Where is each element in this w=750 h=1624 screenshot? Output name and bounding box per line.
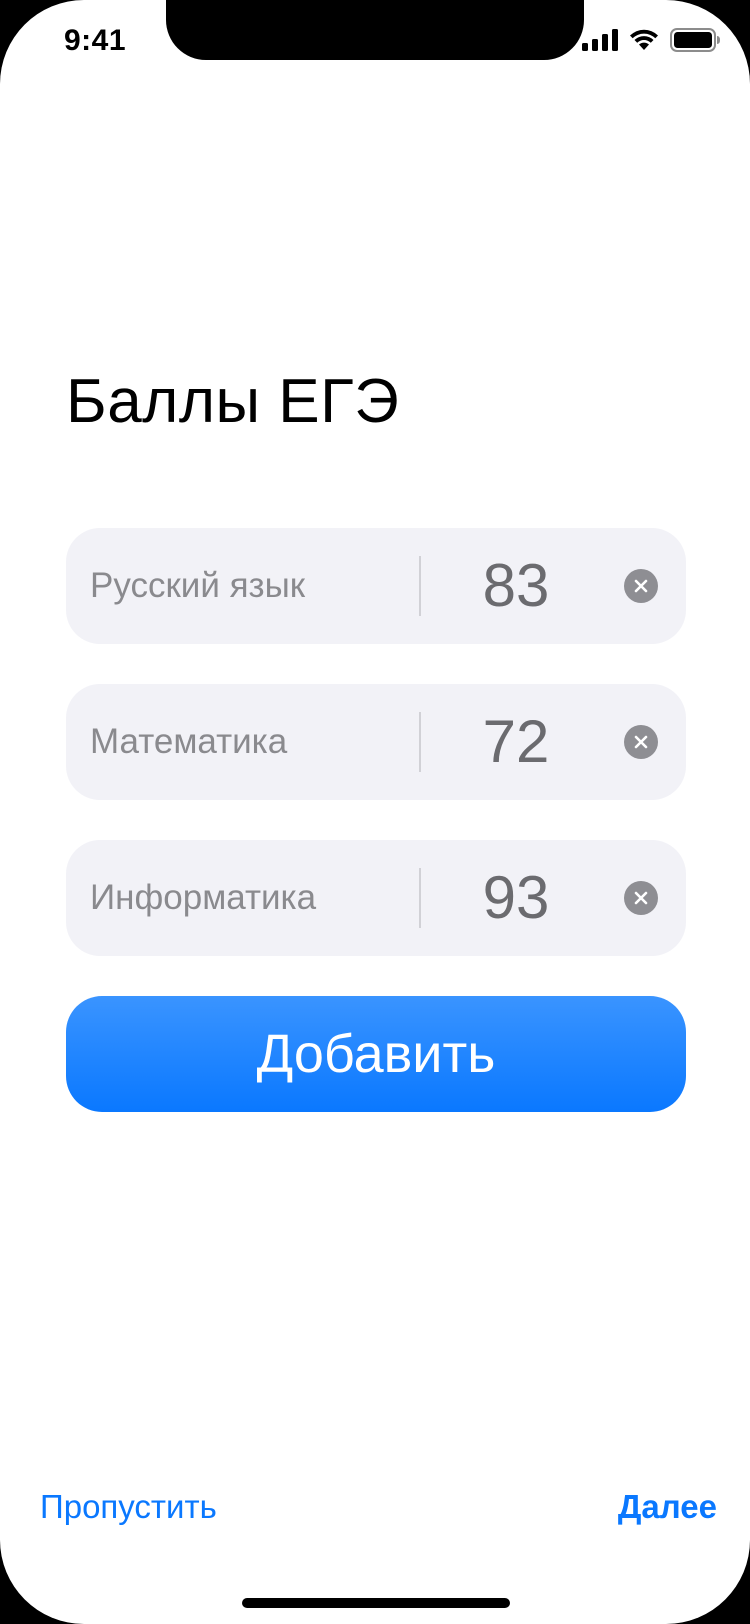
battery-icon	[670, 28, 720, 52]
field-divider	[419, 556, 421, 616]
score-value-input[interactable]: 93	[426, 840, 606, 956]
clear-icon[interactable]	[624, 569, 658, 603]
home-indicator[interactable]	[242, 1598, 510, 1608]
subject-label: Математика	[90, 722, 288, 761]
score-value-input[interactable]: 83	[426, 528, 606, 644]
add-button[interactable]: Добавить	[66, 996, 686, 1112]
device-notch	[166, 0, 584, 60]
clear-icon[interactable]	[624, 725, 658, 759]
subject-label: Русский язык	[90, 566, 306, 605]
score-field-math[interactable]: Математика 72	[66, 684, 686, 800]
score-field-informatics[interactable]: Информатика 93	[66, 840, 686, 956]
field-divider	[419, 712, 421, 772]
status-icons	[582, 28, 720, 52]
subject-label: Информатика	[90, 878, 317, 917]
page-title: Баллы ЕГЭ	[66, 367, 400, 436]
phone-frame: 9:41 Баллы ЕГЭ Русский язык 83 Математик…	[0, 0, 750, 1624]
status-time: 9:41	[64, 24, 127, 57]
score-field-russian[interactable]: Русский язык 83	[66, 528, 686, 644]
next-button[interactable]: Далее	[618, 1488, 717, 1526]
field-divider	[419, 868, 421, 928]
cellular-signal-icon	[582, 29, 618, 51]
clear-icon[interactable]	[624, 881, 658, 915]
skip-button[interactable]: Пропустить	[40, 1488, 217, 1526]
wifi-icon	[628, 28, 660, 52]
score-value-input[interactable]: 72	[426, 684, 606, 800]
screen: 9:41 Баллы ЕГЭ Русский язык 83 Математик…	[0, 0, 750, 1624]
